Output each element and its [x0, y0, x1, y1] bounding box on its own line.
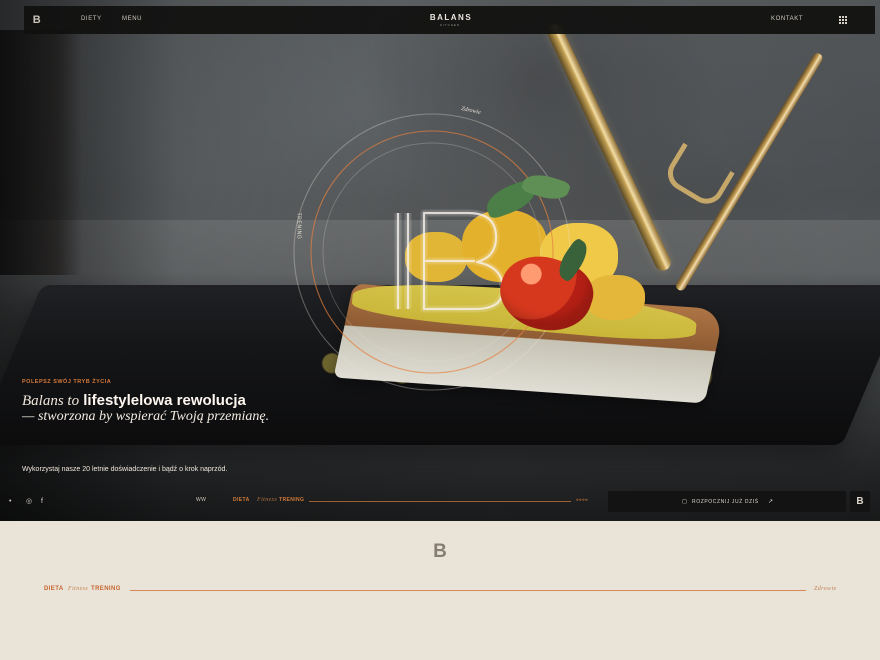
- brand-ring-graphic: [293, 113, 571, 391]
- nav-logo-mark[interactable]: B: [30, 13, 44, 27]
- menu-dot: [839, 19, 841, 21]
- lower-tab-fitness[interactable]: Fitness: [68, 586, 88, 592]
- nav-link-kontakt[interactable]: KONTAKT: [771, 16, 803, 22]
- lower-logo-mark: B: [433, 541, 447, 562]
- lower-tab-strip: DIETA Fitness TRENING Zdrowie: [44, 586, 836, 596]
- brand-subtitle: kitchen: [439, 23, 461, 27]
- outer-ring: [293, 113, 571, 391]
- lower-tab-zdrowie[interactable]: Zdrowie: [814, 586, 837, 592]
- hero-tab-strip: WW DIETA Fitness TRENING ⟡⟡⟡⟡: [196, 497, 596, 507]
- menu-dot: [839, 22, 841, 24]
- arrow-up-right-icon: ↗: [768, 499, 774, 505]
- brand-name: BALANS: [429, 13, 473, 22]
- food-topping: [585, 275, 645, 320]
- hero-title-suffix: — stworzona by wspierać Twoją przemianę.: [22, 409, 270, 424]
- inner-ring: [322, 142, 542, 362]
- instagram-icon[interactable]: ◎: [26, 497, 32, 507]
- tab-dieta[interactable]: DIETA: [233, 497, 250, 503]
- tab-divider-line: [309, 501, 571, 502]
- start-now-label: ROZPOCZNIJ JUŻ DZIŚ: [692, 499, 759, 505]
- lower-tab-trening[interactable]: TRENING: [91, 586, 121, 592]
- tab-trening[interactable]: TRENING: [279, 497, 304, 503]
- tab-fitness[interactable]: Fitness: [257, 497, 277, 503]
- menu-dot: [842, 19, 844, 21]
- hero-description: Wykorzystaj nasze 20 letnie doświadczeni…: [22, 466, 228, 473]
- hero-title-highlight: lifestylelowa rewolucja: [83, 392, 246, 409]
- menu-dot: [842, 22, 844, 24]
- top-navbar: B DIETY MENU BALANS kitchen KONTAKT: [24, 6, 875, 34]
- middle-ring: [310, 130, 554, 374]
- menu-dot: [845, 19, 847, 21]
- social-bullet-icon: •: [9, 498, 12, 505]
- hero-eyebrow: POLEPSZ SWÓJ TRYB ŻYCIA: [22, 379, 112, 385]
- start-now-button[interactable]: ◻ ROZPOCZNIJ JUŻ DZIŚ ↗: [608, 491, 846, 512]
- fork-head: [661, 142, 735, 211]
- lower-tab-dieta[interactable]: DIETA: [44, 586, 64, 592]
- nav-link-diety[interactable]: DIETY: [81, 16, 102, 22]
- ring-label-side: TRENING: [295, 212, 302, 240]
- tab-first[interactable]: WW: [196, 497, 206, 503]
- menu-dot: [845, 22, 847, 24]
- social-links: • ◎ f: [9, 497, 59, 507]
- lower-divider-line: [130, 590, 806, 591]
- menu-dot: [845, 16, 847, 18]
- monogram-glow: [394, 209, 507, 313]
- grid-dots-icon[interactable]: [839, 16, 849, 26]
- hero-title-prefix: Balans to: [22, 393, 80, 409]
- tab-end-marker: ⟡⟡⟡⟡: [576, 497, 589, 502]
- facebook-icon[interactable]: f: [41, 497, 43, 507]
- side-logo-button[interactable]: B: [850, 491, 870, 512]
- menu-dot: [842, 16, 844, 18]
- shopping-bag-icon: ◻: [682, 499, 688, 505]
- left-dark-pillar: [0, 30, 82, 275]
- menu-dot: [839, 16, 841, 18]
- hero-section: B DIETY MENU BALANS kitchen KONTAKT: [0, 0, 880, 521]
- hero-title-line: Balans to lifestylelowa rewolucja: [22, 392, 246, 410]
- nav-link-menu[interactable]: MENU: [122, 16, 142, 22]
